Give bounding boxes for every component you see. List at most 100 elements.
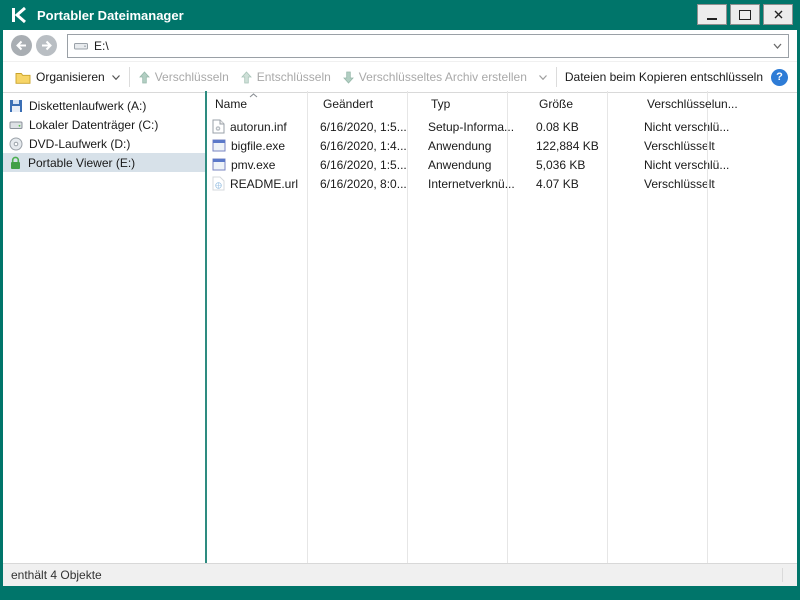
column-header-modified[interactable]: Geändert [315, 97, 423, 111]
folder-icon [15, 71, 31, 84]
sidebar-item-local-c[interactable]: Lokaler Datenträger (C:) [3, 115, 205, 134]
forward-arrow-icon [35, 34, 58, 57]
chevron-down-icon [539, 75, 547, 80]
column-header-name[interactable]: Name [207, 97, 315, 111]
status-bar-divider [782, 568, 783, 582]
toolbar-separator [129, 67, 130, 87]
minimize-icon [707, 18, 717, 20]
sidebar-item-label: Diskettenlaufwerk (A:) [29, 99, 146, 113]
close-icon [774, 10, 783, 19]
minimize-button[interactable] [697, 4, 727, 25]
column-header-type[interactable]: Typ [423, 97, 531, 111]
maximize-icon [739, 10, 751, 20]
file-name: README.url [230, 177, 298, 191]
navigation-bar: E:\ [3, 30, 797, 61]
encrypt-button[interactable]: Verschlüsseln [133, 65, 235, 89]
decrypt-label: Entschlüsseln [257, 70, 331, 84]
window-controls [697, 4, 793, 25]
kaspersky-logo-icon [10, 6, 28, 24]
sidebar-item-portable-e[interactable]: Portable Viewer (E:) [3, 153, 205, 172]
status-text: enthält 4 Objekte [11, 568, 102, 582]
file-row-readme-url[interactable]: README.url 6/16/2020, 8:0... Internetver… [207, 174, 797, 193]
file-size: 122,884 KB [528, 139, 636, 153]
window-title: Portabler Dateimanager [37, 8, 184, 23]
title-bar: Portabler Dateimanager [0, 0, 800, 30]
file-name: autorun.inf [230, 120, 287, 134]
dvd-icon [9, 137, 23, 151]
main-area: Diskettenlaufwerk (A:) Lokaler Datenträg… [3, 91, 797, 564]
hard-drive-icon [9, 118, 23, 132]
organize-button[interactable]: Organisieren [9, 65, 126, 89]
back-arrow-icon [10, 34, 33, 57]
file-name: bigfile.exe [231, 139, 285, 153]
encrypt-label: Verschlüsseln [155, 70, 229, 84]
archive-arrow-icon [343, 71, 354, 84]
help-icon: ? [776, 71, 783, 83]
application-icon [212, 139, 226, 152]
create-encrypted-archive-button[interactable]: Verschlüsseltes Archiv erstellen [337, 65, 533, 89]
column-separator [407, 91, 408, 564]
lock-icon [9, 156, 22, 170]
address-text: E:\ [94, 39, 109, 53]
back-button[interactable] [10, 34, 33, 57]
column-separator [307, 91, 308, 564]
sidebar-item-label: Lokaler Datenträger (C:) [29, 118, 158, 132]
internet-shortcut-icon [212, 176, 225, 191]
file-modified: 6/16/2020, 8:0... [312, 177, 420, 191]
sidebar-item-label: DVD-Laufwerk (D:) [29, 137, 130, 151]
file-row-pmv-exe[interactable]: pmv.exe 6/16/2020, 1:5... Anwendung 5,03… [207, 155, 797, 174]
column-separator [607, 91, 608, 564]
file-modified: 6/16/2020, 1:5... [312, 120, 420, 134]
column-separator [707, 91, 708, 564]
sort-ascending-icon [249, 93, 258, 98]
file-type: Internetverknü... [420, 177, 528, 191]
column-header-encryption[interactable]: Verschlüsselun... [639, 97, 747, 111]
file-size: 0.08 KB [528, 120, 636, 134]
maximize-button[interactable] [730, 4, 760, 25]
drive-sidebar: Diskettenlaufwerk (A:) Lokaler Datenträg… [3, 91, 205, 564]
close-button[interactable] [763, 4, 793, 25]
column-separator [507, 91, 508, 564]
file-encryption: Verschlüsselt [636, 139, 744, 153]
status-bar: enthält 4 Objekte [3, 563, 797, 586]
address-bar[interactable]: E:\ [67, 34, 789, 58]
floppy-icon [9, 99, 23, 113]
help-button[interactable]: ? [771, 69, 788, 86]
sidebar-item-dvd-d[interactable]: DVD-Laufwerk (D:) [3, 134, 205, 153]
file-modified: 6/16/2020, 1:5... [312, 158, 420, 172]
decrypt-on-copy-label[interactable]: Dateien beim Kopieren entschlüsseln [560, 70, 768, 84]
drive-icon [74, 40, 88, 52]
forward-button[interactable] [35, 34, 58, 57]
setup-file-icon [212, 119, 225, 134]
file-size: 5,036 KB [528, 158, 636, 172]
toolbar: Organisieren Verschlüsseln Entschlüsseln [3, 61, 797, 93]
file-row-bigfile-exe[interactable]: bigfile.exe 6/16/2020, 1:4... Anwendung … [207, 136, 797, 155]
file-modified: 6/16/2020, 1:4... [312, 139, 420, 153]
file-type: Setup-Informa... [420, 120, 528, 134]
decrypt-button[interactable]: Entschlüsseln [235, 65, 337, 89]
toolbar-separator [556, 67, 557, 87]
column-headers: Name Geändert Typ Größe Verschlüsselun..… [207, 91, 797, 117]
file-type: Anwendung [420, 139, 528, 153]
file-row-autorun-inf[interactable]: autorun.inf 6/16/2020, 1:5... Setup-Info… [207, 117, 797, 136]
application-icon [212, 158, 226, 171]
organize-label: Organisieren [36, 70, 105, 84]
file-encryption: Verschlüsselt [636, 177, 744, 191]
sidebar-item-floppy-a[interactable]: Diskettenlaufwerk (A:) [3, 96, 205, 115]
chevron-down-icon [112, 75, 120, 80]
address-dropdown-icon[interactable] [773, 43, 782, 49]
portable-file-manager-window: Portabler Dateimanager [0, 0, 800, 600]
file-encryption: Nicht verschlü... [636, 120, 744, 134]
window-content: E:\ Organisieren [3, 30, 797, 586]
file-size: 4.07 KB [528, 177, 636, 191]
create-encrypted-archive-label: Verschlüsseltes Archiv erstellen [359, 70, 527, 84]
encrypt-arrow-icon [139, 71, 150, 84]
archive-dropdown-button[interactable] [533, 65, 553, 89]
file-list: Name Geändert Typ Größe Verschlüsselun..… [207, 91, 797, 564]
sidebar-item-label: Portable Viewer (E:) [28, 156, 135, 170]
file-type: Anwendung [420, 158, 528, 172]
column-header-size[interactable]: Größe [531, 97, 639, 111]
file-encryption: Nicht verschlü... [636, 158, 744, 172]
decrypt-arrow-icon [241, 71, 252, 84]
file-name: pmv.exe [231, 158, 275, 172]
